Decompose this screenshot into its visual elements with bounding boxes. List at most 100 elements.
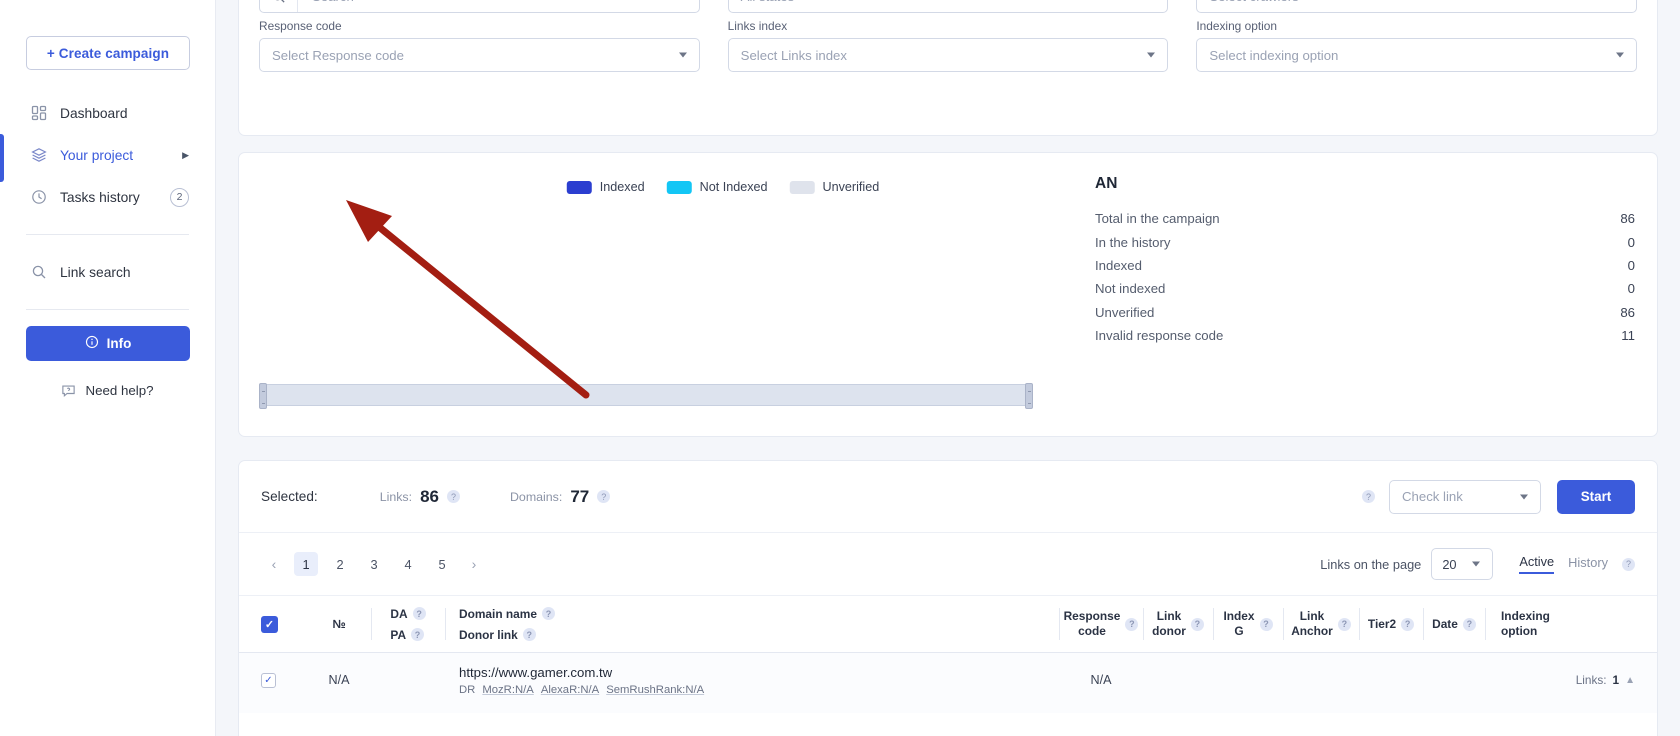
header-domain-name[interactable]: Domain name ? bbox=[459, 607, 555, 621]
info-button[interactable]: Info bbox=[26, 326, 190, 361]
pagination-page-4[interactable]: 4 bbox=[396, 552, 420, 576]
help-icon[interactable]: ? bbox=[411, 628, 425, 641]
header-tier2[interactable]: Tier2 ? bbox=[1359, 596, 1423, 652]
select-all-header: ✓ bbox=[261, 596, 307, 652]
select-all-checkbox[interactable]: ✓ bbox=[261, 615, 278, 633]
help-icon[interactable]: ? bbox=[1125, 617, 1139, 631]
tab-active[interactable]: Active bbox=[1519, 554, 1555, 574]
chevron-up-icon[interactable]: ▲ bbox=[1625, 675, 1635, 686]
row-checkbox[interactable]: ✓ bbox=[261, 673, 276, 688]
row-number: N/A bbox=[328, 673, 350, 687]
crawlers-select-value: Select crawlers bbox=[1209, 0, 1298, 4]
header-date[interactable]: Date ? bbox=[1423, 596, 1485, 652]
help-icon[interactable]: ? bbox=[541, 607, 555, 620]
legend-item-not-indexed[interactable]: Not Indexed bbox=[666, 180, 768, 194]
help-icon[interactable]: ? bbox=[1337, 617, 1351, 631]
create-campaign-button[interactable]: + Create campaign bbox=[26, 36, 190, 70]
help-icon[interactable]: ? bbox=[1622, 557, 1635, 571]
crawlers-select[interactable]: Select crawlers bbox=[1196, 0, 1638, 13]
row-domain-url[interactable]: https://www.gamer.com.tw bbox=[459, 665, 704, 680]
tab-history[interactable]: History bbox=[1568, 555, 1608, 573]
sidebar-item-label: Dashboard bbox=[60, 105, 128, 121]
chevron-down-icon bbox=[1472, 561, 1481, 567]
help-bubble-icon bbox=[61, 383, 76, 398]
filter-state-group: State of the link anchor All states bbox=[727, 0, 1169, 13]
chevron-down-icon bbox=[1520, 494, 1528, 499]
pagination-next[interactable]: › bbox=[461, 551, 487, 577]
stat-value: 86 bbox=[1620, 304, 1635, 320]
pagination-page-2[interactable]: 2 bbox=[328, 552, 352, 576]
help-icon[interactable]: ? bbox=[1401, 617, 1415, 631]
range-slider-handle-left[interactable] bbox=[259, 383, 267, 409]
chart-legend: Indexed Not Indexed Unverified bbox=[566, 180, 879, 194]
stat-label: Not indexed bbox=[1095, 281, 1166, 297]
table-row[interactable]: ✓ N/A https://www.gamer.com.tw DR MozR:N… bbox=[239, 653, 1657, 713]
header-number[interactable]: № bbox=[307, 596, 371, 652]
check-link-help-icon[interactable]: ? bbox=[1362, 490, 1375, 503]
sidebar-nav: Dashboard Your project ▶ Tasks history 2… bbox=[0, 92, 215, 398]
stat-label: Invalid response code bbox=[1095, 328, 1224, 344]
header-index-g-line2: G bbox=[1234, 624, 1244, 638]
range-slider-track[interactable] bbox=[259, 383, 1033, 409]
domain-donor-stack: Domain name ? Donor link ? bbox=[459, 607, 555, 642]
filter-response-code-label: Response code bbox=[259, 18, 342, 33]
header-pa[interactable]: PA ? bbox=[390, 628, 425, 642]
app-root: + Create campaign Dashboard Your project… bbox=[0, 0, 1680, 736]
tasks-history-badge: 2 bbox=[170, 187, 189, 207]
state-select[interactable]: All states bbox=[727, 0, 1169, 13]
response-code-select[interactable]: Select Response code bbox=[259, 38, 700, 72]
sidebar-item-tasks-history[interactable]: Tasks history 2 bbox=[0, 176, 215, 218]
header-response-code[interactable]: Response code ? bbox=[1059, 596, 1143, 652]
header-link-anchor[interactable]: Link Anchor ? bbox=[1283, 596, 1359, 652]
help-icon[interactable]: ? bbox=[412, 607, 426, 620]
start-button[interactable]: Start bbox=[1557, 479, 1635, 514]
chart-range-slider[interactable] bbox=[259, 383, 1033, 409]
header-index-g[interactable]: Index G ? bbox=[1213, 596, 1283, 652]
header-da[interactable]: DA ? bbox=[390, 607, 426, 621]
chart-panel: Indexed Not Indexed Unverified AN Total … bbox=[238, 152, 1658, 437]
chevron-down-icon bbox=[1616, 52, 1625, 58]
header-donor-link[interactable]: Donor link ? bbox=[459, 628, 555, 642]
pagination-page-3[interactable]: 3 bbox=[362, 552, 386, 576]
header-link-donor-label: Link donor bbox=[1152, 609, 1186, 639]
legend-item-indexed[interactable]: Indexed bbox=[566, 180, 645, 194]
search-input-wrapper[interactable]: Search bbox=[259, 0, 700, 13]
row-domain-inner: https://www.gamer.com.tw DR MozR:N/A Ale… bbox=[459, 665, 704, 696]
links-on-page-select[interactable]: 20 bbox=[1431, 548, 1494, 580]
header-indexing-option-label: Indexing option bbox=[1501, 609, 1550, 639]
pagination: ‹ 1 2 3 4 5 › bbox=[261, 551, 487, 577]
chart-stats: AN Total in the campaign 86 In the histo… bbox=[1095, 175, 1635, 347]
indexing-option-select-value: Select indexing option bbox=[1209, 47, 1339, 63]
help-icon[interactable]: ? bbox=[1259, 617, 1273, 631]
check-link-select[interactable]: Check link bbox=[1389, 479, 1541, 514]
legend-item-unverified[interactable]: Unverified bbox=[789, 180, 879, 194]
header-indexing-option[interactable]: Indexing option bbox=[1485, 596, 1635, 652]
help-icon[interactable]: ? bbox=[1462, 617, 1476, 631]
row-alexa-rank: AlexaR:N/A bbox=[540, 684, 600, 696]
sidebar-item-your-project[interactable]: Your project ▶ bbox=[0, 134, 215, 176]
pagination-page-1[interactable]: 1 bbox=[294, 552, 318, 576]
header-response-code-line2: code bbox=[1078, 624, 1106, 638]
stat-label: Unverified bbox=[1095, 304, 1155, 320]
header-link-anchor-line2: Anchor bbox=[1291, 624, 1333, 638]
links-index-select[interactable]: Select Links index bbox=[727, 38, 1169, 72]
help-icon[interactable]: ? bbox=[446, 490, 460, 503]
range-slider-handle-right[interactable] bbox=[1025, 383, 1033, 409]
pagination-prev[interactable]: ‹ bbox=[261, 551, 287, 577]
header-link-donor-line2: donor bbox=[1152, 624, 1186, 638]
header-index-g-label: Index G bbox=[1223, 609, 1254, 639]
help-icon[interactable]: ? bbox=[522, 628, 536, 641]
help-icon[interactable]: ? bbox=[1190, 617, 1204, 631]
need-help-link[interactable]: Need help? bbox=[0, 383, 215, 398]
header-link-donor[interactable]: Link donor ? bbox=[1143, 596, 1213, 652]
header-domain-name-label: Domain name bbox=[459, 606, 537, 621]
indexing-option-select[interactable]: Select indexing option bbox=[1196, 38, 1638, 72]
sidebar-item-dashboard[interactable]: Dashboard bbox=[0, 92, 215, 134]
pagination-page-5[interactable]: 5 bbox=[430, 552, 454, 576]
sidebar-item-link-search[interactable]: Link search bbox=[0, 251, 215, 293]
help-icon[interactable]: ? bbox=[597, 490, 611, 503]
row-select-cell: ✓ bbox=[261, 665, 307, 688]
row-semrush-rank: SemRushRank:N/A bbox=[606, 684, 705, 696]
response-code-select-value: Select Response code bbox=[272, 47, 404, 63]
selection-bar: Selected: Links: 86 ? Domains: 77 ? ? Ch… bbox=[239, 461, 1657, 533]
